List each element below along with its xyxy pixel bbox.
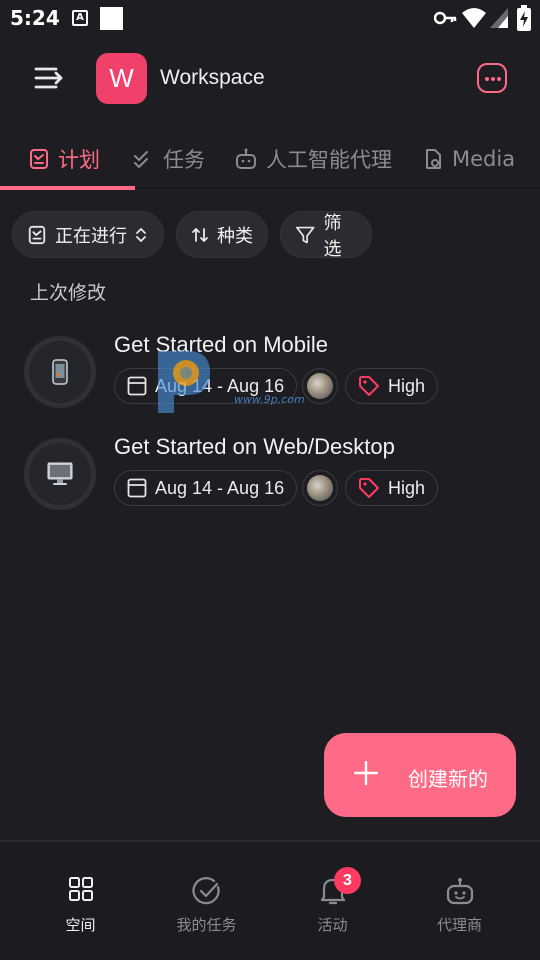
date-range: Aug 14 - Aug 16 <box>155 375 285 396</box>
cellular-signal-icon <box>490 8 508 28</box>
check-circle-icon <box>191 877 220 905</box>
chevron-up-down-icon <box>136 227 146 242</box>
nav-label: 空间 <box>65 916 96 934</box>
sort-label: 种类 <box>217 225 253 247</box>
calendar-icon <box>127 478 147 498</box>
avatar <box>307 373 333 399</box>
nav-activity[interactable]: 活动 <box>265 842 400 960</box>
section-title: 上次修改 <box>30 282 107 304</box>
plan-icon <box>30 149 48 169</box>
sort-button[interactable]: 种类 <box>176 211 268 258</box>
double-check-icon <box>134 151 148 169</box>
tab-media[interactable]: Media <box>422 128 515 190</box>
funnel-icon <box>296 226 315 243</box>
desktop-monitor-icon <box>47 462 73 485</box>
tag-icon <box>359 478 379 498</box>
status-filter-label: 正在进行 <box>55 225 127 247</box>
tab-tasks[interactable]: 任务 <box>133 128 205 190</box>
item-title: Get Started on Web/Desktop <box>114 434 395 459</box>
status-filter-dropdown[interactable]: 正在进行 <box>12 211 164 258</box>
plan-icon <box>28 225 46 244</box>
nav-agents[interactable]: 代理商 <box>392 842 527 960</box>
view-tabs: 计划 任务 人工智能代理 Media <box>0 128 540 192</box>
tab-label: 人工智能代理 <box>266 148 392 172</box>
item-icon-badge <box>24 438 96 510</box>
list-item[interactable]: Get Started on Web/Desktop Aug 14 - Aug … <box>0 432 540 528</box>
sort-arrows-icon <box>192 227 208 242</box>
mobile-phone-icon <box>52 359 68 385</box>
tab-divider <box>0 190 540 191</box>
a-notification-icon: A <box>72 10 88 26</box>
avatar <box>307 475 333 501</box>
filter-label: 筛选 <box>323 212 342 260</box>
nav-my-tasks[interactable]: 我的任务 <box>139 842 274 960</box>
date-range: Aug 14 - Aug 16 <box>155 477 285 498</box>
nav-label: 代理商 <box>436 916 482 934</box>
plus-icon <box>354 761 378 785</box>
tab-label: Media <box>452 147 516 171</box>
nav-spaces[interactable]: 空间 <box>13 842 148 960</box>
assignee-avatar[interactable] <box>302 470 338 506</box>
battery-charging-icon <box>517 5 531 31</box>
tag-icon <box>359 376 379 396</box>
status-bar: 5:24 A <box>0 0 540 38</box>
workspace-avatar[interactable]: W <box>96 53 147 104</box>
app-header: W Workspace <box>0 48 540 108</box>
robot-icon <box>446 878 473 905</box>
nav-label: 活动 <box>317 916 348 934</box>
date-range-chip[interactable]: Aug 14 - Aug 16 <box>114 470 298 506</box>
item-title: Get Started on Mobile <box>114 332 329 357</box>
priority-chip[interactable]: High <box>345 368 439 404</box>
tab-ai-agent[interactable]: 人工智能代理 <box>234 128 392 190</box>
robot-icon <box>236 148 256 169</box>
square-notification-icon <box>100 7 123 30</box>
key-icon <box>434 11 457 25</box>
assignee-avatar[interactable] <box>302 368 338 404</box>
grid-icon <box>68 877 93 901</box>
wifi-icon <box>462 8 486 28</box>
app-screen: 5:24 A W Workspace 计划 任务 人工智能代理 Media 正在… <box>0 0 540 960</box>
item-icon-badge <box>24 336 96 408</box>
notification-count-badge: 3 <box>334 867 361 894</box>
workspace-name[interactable]: Workspace <box>160 66 265 90</box>
nav-label: 我的任务 <box>176 916 237 934</box>
tab-plan[interactable]: 计划 <box>28 128 100 190</box>
status-time: 5:24 <box>10 6 60 30</box>
create-new-button[interactable]: 创建新的 <box>324 733 516 817</box>
menu-icon[interactable] <box>28 58 68 98</box>
tab-label: 任务 <box>163 148 205 172</box>
more-options-icon[interactable] <box>477 63 507 93</box>
priority-label: High <box>388 375 426 396</box>
date-range-chip[interactable]: Aug 14 - Aug 16 <box>114 368 298 404</box>
calendar-icon <box>127 376 147 396</box>
media-icon <box>426 149 441 169</box>
priority-label: High <box>388 477 426 498</box>
tab-label: 计划 <box>58 148 100 172</box>
priority-chip[interactable]: High <box>345 470 439 506</box>
create-new-label: 创建新的 <box>408 767 488 791</box>
bottom-navigation: 空间 我的任务 活动 代理商 <box>0 842 540 960</box>
list-item[interactable]: Get Started on Mobile Aug 14 - Aug 16 Hi… <box>0 330 540 426</box>
filter-button[interactable]: 筛选 <box>280 211 372 260</box>
